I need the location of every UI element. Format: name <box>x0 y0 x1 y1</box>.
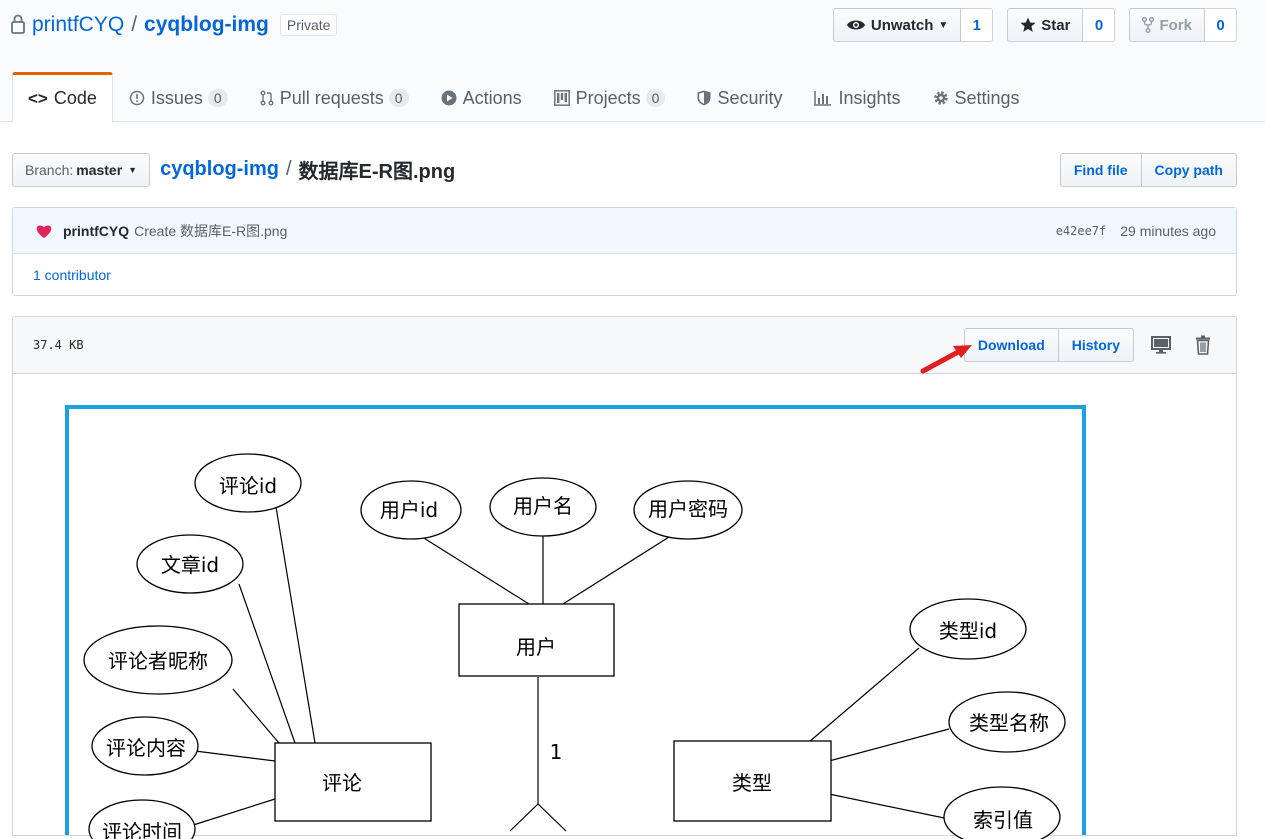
file-actions: Download History <box>963 328 1216 362</box>
branch-value: master <box>76 161 123 178</box>
commit-time: 29 minutes ago <box>1120 222 1216 239</box>
er-diagram: 用户 评论 类型 用户id 用户名 用户密码 评论id 文章id 评论者昵称 评… <box>83 453 1066 839</box>
eye-icon <box>846 18 866 32</box>
lock-icon <box>10 13 28 37</box>
repo-owner-link[interactable]: printfCYQ <box>32 13 124 37</box>
tab-settings[interactable]: Settings <box>917 72 1036 122</box>
repo-name-link[interactable]: cyqblog-img <box>144 13 269 37</box>
history-button[interactable]: History <box>1058 328 1134 362</box>
attr-user-password: 用户密码 <box>648 497 728 521</box>
watchers-count[interactable]: 1 <box>961 8 994 42</box>
attr-comment-time: 评论时间 <box>102 820 182 839</box>
tab-label: Insights <box>838 87 901 108</box>
annotation-arrow-icon <box>920 342 976 381</box>
play-icon <box>441 90 457 106</box>
entity-comment: 评论 <box>322 771 362 795</box>
tab-label: Issues <box>150 87 203 108</box>
tab-label: Pull requests <box>279 87 384 108</box>
find-file-button[interactable]: Find file <box>1059 152 1142 187</box>
projects-counter: 0 <box>645 89 666 107</box>
file-size: 37.4 KB <box>33 338 84 352</box>
attr-commenter-nickname: 评论者昵称 <box>108 649 208 673</box>
tab-pull-requests[interactable]: Pull requests 0 <box>244 72 425 122</box>
entity-user: 用户 <box>516 635 556 659</box>
tab-code[interactable]: <> Code <box>12 72 113 123</box>
tab-projects[interactable]: Projects 0 <box>538 72 682 122</box>
repo-separator: / <box>131 13 138 36</box>
attr-comment-content: 评论内容 <box>106 736 186 760</box>
shield-icon <box>697 90 711 106</box>
repo-actions: Unwatch ▼ 1 Star 0 Fork 0 <box>819 8 1237 42</box>
star-button[interactable]: Star <box>1007 8 1084 42</box>
watch-group: Unwatch ▼ 1 <box>832 8 994 42</box>
pull-request-icon <box>260 90 274 106</box>
commit-tease: printfCYQ Create 数据库E-R图.png e42ee7f 29 … <box>12 207 1237 296</box>
latest-commit: printfCYQ Create 数据库E-R图.png e42ee7f 29 … <box>13 208 1236 254</box>
pull-requests-counter: 0 <box>388 89 409 107</box>
attr-user-id: 用户id <box>380 498 438 522</box>
graph-icon <box>814 90 832 106</box>
entity-type: 类型 <box>732 771 772 795</box>
repo-header: printfCYQ / cyqblog-img Private Unwatch … <box>0 0 1265 123</box>
star-label: Star <box>1041 16 1071 34</box>
heart-avatar-icon[interactable] <box>35 223 53 239</box>
file-header: 37.4 KB Download History <box>13 317 1236 374</box>
tab-label: Security <box>717 87 783 108</box>
download-button[interactable]: Download <box>963 328 1059 362</box>
repo-title: printfCYQ / cyqblog-img Private <box>10 10 338 40</box>
breadcrumb-separator: / <box>285 158 292 180</box>
attr-type-name: 类型名称 <box>969 711 1049 735</box>
desktop-icon[interactable] <box>1148 332 1174 358</box>
fork-icon <box>1142 17 1155 33</box>
chevron-down-icon: ▼ <box>938 19 949 31</box>
commit-author-link[interactable]: printfCYQ <box>63 223 129 239</box>
stargazers-count[interactable]: 0 <box>1083 8 1116 42</box>
contributors-link[interactable]: 1 contributor <box>33 267 111 283</box>
tab-insights[interactable]: Insights <box>798 72 916 122</box>
star-icon <box>1020 17 1036 33</box>
copy-path-button[interactable]: Copy path <box>1141 152 1237 187</box>
tab-label: Projects <box>575 87 641 108</box>
attr-type-id: 类型id <box>939 619 997 643</box>
er-diagram-image: 用户 评论 类型 用户id 用户名 用户密码 评论id 文章id 评论者昵称 评… <box>65 405 1086 839</box>
attr-comment-id: 评论id <box>219 474 277 498</box>
star-group: Star 0 <box>1007 8 1116 42</box>
code-icon: <> <box>28 88 48 108</box>
issues-counter: 0 <box>207 89 228 107</box>
attr-article-id: 文章id <box>161 553 219 577</box>
gear-icon <box>933 90 949 106</box>
breadcrumb: cyqblog-img / 数据库E-R图.png <box>160 155 455 184</box>
tab-label: Actions <box>462 87 522 108</box>
commit-sha-link[interactable]: e42ee7f <box>1056 224 1107 238</box>
project-icon <box>553 90 570 106</box>
chevron-down-icon: ▼ <box>128 164 138 175</box>
contributors-row: 1 contributor <box>13 254 1236 296</box>
forks-count[interactable]: 0 <box>1205 8 1237 42</box>
file-nav-buttons: Find file Copy path <box>1059 152 1237 187</box>
fork-button[interactable]: Fork <box>1129 8 1205 42</box>
file-navigation: Branch: master ▼ cyqblog-img / 数据库E-R图.p… <box>12 152 1237 187</box>
tab-label: Code <box>53 88 97 108</box>
tab-label: Settings <box>954 87 1020 108</box>
repo-nav-tabs: <> Code Issues 0 Pull requests 0 Actions <box>12 72 1036 123</box>
issue-icon <box>129 90 145 106</box>
trash-icon[interactable] <box>1190 332 1216 358</box>
attr-index-value: 索引值 <box>973 808 1033 832</box>
tab-issues[interactable]: Issues 0 <box>113 72 244 122</box>
unwatch-button[interactable]: Unwatch ▼ <box>832 8 962 42</box>
fork-group: Fork 0 <box>1129 8 1237 42</box>
breadcrumb-filename: 数据库E-R图.png <box>298 161 456 183</box>
branch-select-button[interactable]: Branch: master ▼ <box>12 152 151 187</box>
cardinality-label: 1 <box>550 740 563 764</box>
breadcrumb-root-link[interactable]: cyqblog-img <box>160 158 279 181</box>
private-badge: Private <box>279 14 338 36</box>
unwatch-label: Unwatch <box>870 16 934 34</box>
tab-actions[interactable]: Actions <box>425 72 538 122</box>
fork-label: Fork <box>1159 16 1192 34</box>
attr-user-name: 用户名 <box>513 494 573 518</box>
commit-message-link[interactable]: Create 数据库E-R图.png <box>134 221 287 241</box>
branch-label: Branch: <box>25 161 74 178</box>
tab-security[interactable]: Security <box>681 72 798 122</box>
